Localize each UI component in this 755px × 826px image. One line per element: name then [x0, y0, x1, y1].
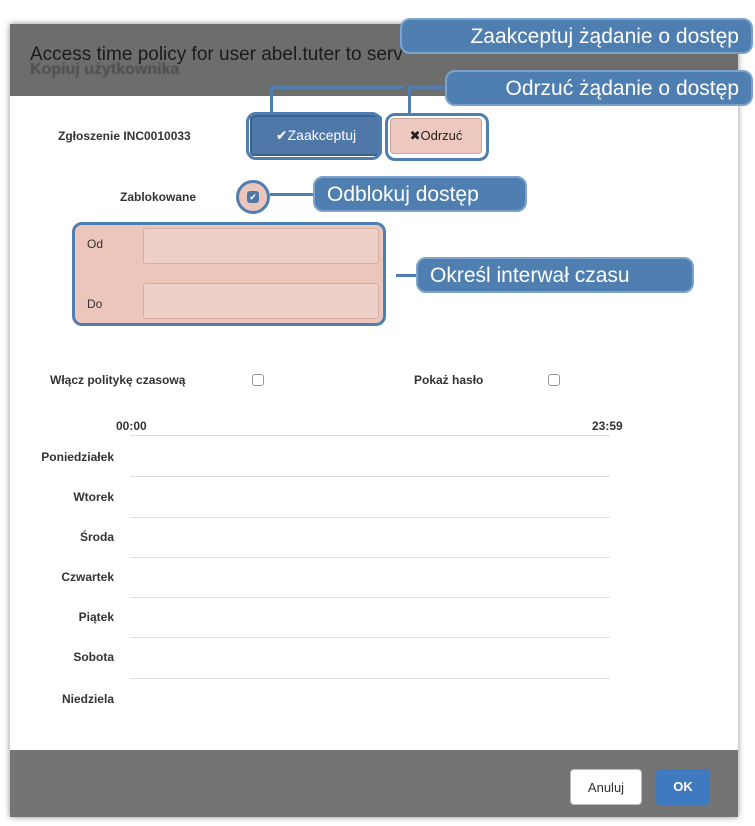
dialog-footer: Anuluj OK	[10, 750, 738, 817]
show-password-label: Pokaż hasło	[414, 373, 484, 387]
show-password-checkbox[interactable]	[548, 374, 560, 386]
day-row-line	[130, 637, 610, 638]
day-row-line	[130, 597, 610, 598]
backdrop	[0, 0, 10, 826]
from-input[interactable]	[143, 228, 379, 264]
day-row-line	[130, 557, 610, 558]
reject-highlight-ring	[385, 113, 489, 161]
timeline-line	[130, 435, 610, 436]
accept-connector-vertical	[270, 88, 273, 114]
cancel-button[interactable]: Anuluj	[570, 769, 642, 805]
day-label: Środa	[79, 530, 114, 544]
from-label: Od	[87, 237, 104, 251]
day-row-line	[130, 476, 610, 477]
day-label: Piątek	[78, 610, 114, 624]
accept-callout: Zaakceptuj żądanie o dostęp	[400, 18, 753, 54]
day-label: Poniedziałek	[41, 450, 114, 464]
interval-box: Od Do	[72, 222, 386, 326]
day-label: Wtorek	[73, 490, 114, 504]
day-label: Niedziela	[61, 692, 114, 706]
unblock-connector	[270, 193, 316, 196]
interval-callout: Określ interwał czasu	[416, 257, 694, 293]
day-row-line	[130, 517, 610, 518]
to-input[interactable]	[143, 283, 379, 319]
reject-connector-horizontal	[408, 86, 448, 89]
request-label: Zgłoszenie INC0010033	[58, 129, 191, 143]
day-label: Czwartek	[61, 570, 114, 584]
blocked-label: Zablokowane	[120, 190, 197, 204]
reject-callout: Odrzuć żądanie o dostęp	[445, 70, 753, 106]
unblock-callout: Odblokuj dostęp	[313, 176, 527, 212]
timeline-end: 23:59	[592, 419, 623, 433]
ghost-background-text: Kopiuj użytkownika	[30, 61, 180, 78]
to-label: Do	[87, 297, 103, 311]
ok-button[interactable]: OK	[656, 769, 710, 805]
time-policy-label: Włącz politykę czasową	[50, 373, 186, 387]
day-label: Sobota	[73, 650, 114, 664]
day-row-line	[130, 678, 610, 679]
accept-connector-horizontal	[270, 86, 404, 89]
blocked-checkbox-highlight: ✔	[236, 180, 270, 214]
timeline-start: 00:00	[116, 419, 147, 433]
blocked-checkbox[interactable]: ✔	[247, 191, 259, 203]
time-policy-checkbox[interactable]	[252, 374, 264, 386]
accept-highlight-ring	[246, 112, 382, 160]
reject-connector-vertical	[408, 88, 411, 114]
